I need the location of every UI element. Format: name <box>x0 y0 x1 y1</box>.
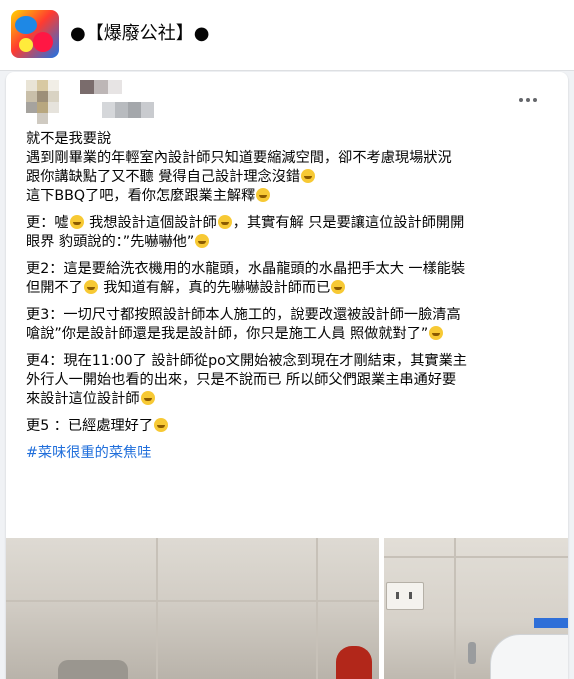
group-header: ●【爆廢公社】● <box>0 0 574 71</box>
post-line: 更5 ：已經處理好了 <box>26 417 562 436</box>
post-line: 更4：現在11:00了 設計師從po文開始被念到現在才剛結束，其實業主 <box>26 353 467 369</box>
post-timestamp[interactable] <box>102 102 154 118</box>
hashtag-link[interactable]: #菜味很重的菜焦哇 <box>26 445 151 461</box>
post-card: 就不是我要說 遇到剛畢業的年輕室內設計師只知道要縮減空間，卻不考慮現場狀況 跟你… <box>6 72 568 679</box>
laughing-emoji-icon <box>140 391 155 405</box>
laughing-emoji-icon <box>256 188 271 202</box>
laughing-emoji-icon <box>154 418 169 432</box>
post-line: 就不是我要說 <box>26 131 112 147</box>
laughing-emoji-icon <box>195 234 210 248</box>
post-line: 跟你講缺點了又不聽 覺得自己設計理念沒錯 <box>26 168 562 187</box>
post-photo-2[interactable] <box>384 538 568 679</box>
post-line: 但開不了 我知道有解，真的先嚇嚇設計師而已 <box>26 279 562 298</box>
smirk-emoji-icon <box>217 215 232 229</box>
more-options-button[interactable] <box>512 88 544 112</box>
post-line: 遇到剛畢業的年輕室內設計師只知道要縮減空間，卻不考慮現場狀況 <box>26 150 452 166</box>
group-logo-icon[interactable] <box>11 10 59 58</box>
laughing-emoji-icon <box>301 169 316 183</box>
post-line: 更2：這是要給洗衣機用的水龍頭，水晶龍頭的水晶把手太大 一樣能裝 <box>26 261 466 277</box>
group-title[interactable]: ●【爆廢公社】● <box>70 22 209 46</box>
post-line: 嗆說”你是設計師還是我是設計師，你只是施工人員 照做就對了” <box>26 325 562 344</box>
laughing-emoji-icon <box>83 280 98 294</box>
post-line: 來設計這位設計師 <box>26 390 562 409</box>
more-horizontal-icon <box>519 98 523 102</box>
post-photo-1[interactable] <box>6 538 379 679</box>
shush-emoji-icon <box>69 215 84 229</box>
author-avatar[interactable] <box>26 80 70 124</box>
author-name[interactable] <box>80 80 180 94</box>
post-line: 外行人一開始也看的出來，只是不說而已 所以師父們跟業主串通好要 <box>26 372 457 388</box>
post-text: 就不是我要說 遇到剛畢業的年輕室內設計師只知道要縮減空間，卻不考慮現場狀況 跟你… <box>26 130 562 463</box>
outlet-image <box>386 582 424 610</box>
post-line: 更3：一切尺寸都按照設計師本人施工的，說要改還被設計師一臉清高 <box>26 307 461 323</box>
post-line: 更：噓 我想設計這個設計師 ，其實有解 只是要讓這位設計師開開 <box>26 215 465 231</box>
post-line: 這下BBQ了吧，看你怎麼跟業主解釋 <box>26 187 562 206</box>
laughing-emoji-icon <box>331 280 346 294</box>
post-line: 眼界 豹頭說的：”先嚇嚇他” <box>26 233 562 252</box>
laughing-emoji-icon <box>429 326 444 340</box>
